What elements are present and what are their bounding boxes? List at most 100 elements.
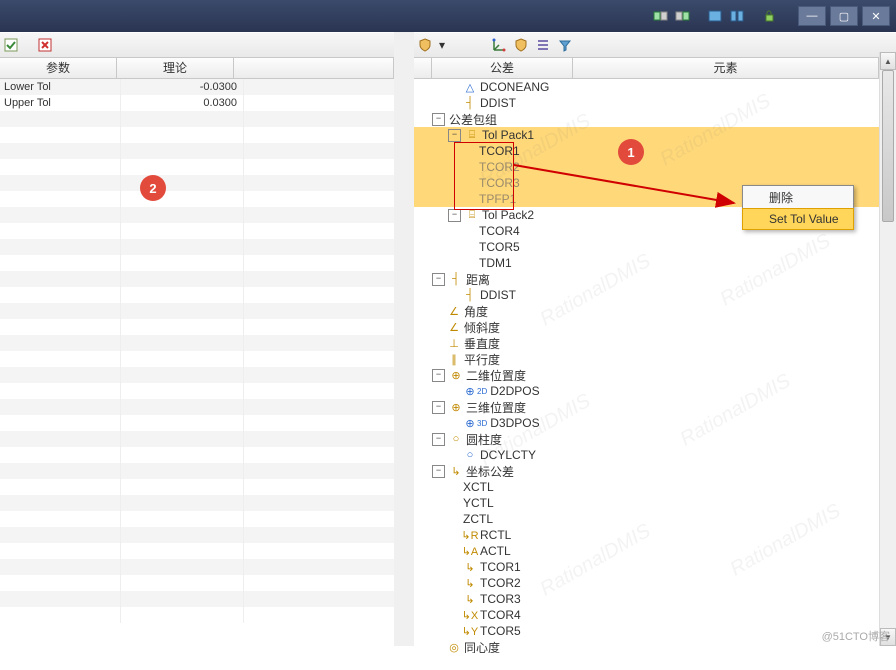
tree-node[interactable]: −↳坐标公差 — [414, 463, 896, 479]
header-tolerance[interactable]: 公差 — [432, 58, 573, 78]
grid-row[interactable]: Lower Tol-0.0300 — [0, 79, 394, 95]
header-param[interactable]: 参数 — [0, 58, 117, 78]
tree-node[interactable]: TCOR5 — [414, 239, 896, 255]
grid-row[interactable] — [0, 351, 394, 367]
tree-node[interactable]: ↳TCOR1 — [414, 559, 896, 575]
collapse-icon[interactable]: − — [432, 433, 445, 446]
delete-red-icon[interactable] — [34, 34, 56, 56]
tree-node[interactable]: XCTL — [414, 479, 896, 495]
grid-row[interactable] — [0, 255, 394, 271]
grid-row[interactable] — [0, 319, 394, 335]
value-cell: -0.0300 — [121, 79, 244, 95]
tree-node[interactable]: ∠角度 — [414, 303, 896, 319]
close-button[interactable]: ✕ — [862, 6, 890, 26]
toolbar-icon-shield[interactable] — [414, 34, 436, 56]
tolerance-tree[interactable]: RationalDMIS RationalDMIS RationalDMIS R… — [414, 79, 896, 653]
tree-node[interactable]: ↳TCOR2 — [414, 575, 896, 591]
collapse-icon[interactable]: − — [432, 113, 445, 126]
toolbar-filter-icon[interactable] — [554, 34, 576, 56]
tree-node[interactable]: ↳AACTL — [414, 543, 896, 559]
vertical-scrollbar[interactable]: ▲ ▼ — [879, 52, 896, 646]
tree-node[interactable]: ⊕3DD3DPOS — [414, 415, 896, 431]
tree-node[interactable]: −⌸Tol Pack1 — [414, 127, 888, 143]
tree-node[interactable]: ○DCYLCTY — [414, 447, 896, 463]
grid-row[interactable] — [0, 223, 394, 239]
grid-row[interactable] — [0, 335, 394, 351]
maximize-button[interactable]: ▢ — [830, 6, 858, 26]
grid-row[interactable] — [0, 511, 394, 527]
grid-row[interactable] — [0, 447, 394, 463]
tree-node[interactable]: ↳XTCOR4 — [414, 607, 896, 623]
titlebar-tool-icon-1[interactable] — [652, 7, 670, 25]
tree-node[interactable]: ┤DDIST — [414, 95, 896, 111]
tree-node[interactable]: YCTL — [414, 495, 896, 511]
titlebar-tool-icon-2[interactable] — [674, 7, 692, 25]
tree-node[interactable]: −⊕三维位置度 — [414, 399, 896, 415]
grid-row[interactable] — [0, 415, 394, 431]
header-element[interactable]: 元素 — [573, 58, 879, 78]
tree-node-label: D3DPOS — [490, 416, 539, 430]
tree-node[interactable]: TDM1 — [414, 255, 896, 271]
scroll-thumb[interactable] — [882, 70, 894, 222]
scroll-up-button[interactable]: ▲ — [880, 52, 896, 70]
tree-node[interactable]: ┤DDIST — [414, 287, 896, 303]
grid-row[interactable] — [0, 191, 394, 207]
left-grid[interactable]: Lower Tol-0.0300Upper Tol0.03002 — [0, 79, 394, 649]
collapse-icon[interactable]: − — [448, 129, 461, 142]
collapse-icon[interactable]: − — [432, 369, 445, 382]
tree-node[interactable]: ∠倾斜度 — [414, 319, 896, 335]
tree-node[interactable]: ZCTL — [414, 511, 896, 527]
grid-row[interactable] — [0, 479, 394, 495]
panel-splitter[interactable] — [394, 32, 414, 646]
tree-node[interactable]: −公差包组 — [414, 111, 896, 127]
checkbox-toggle[interactable] — [0, 34, 22, 56]
collapse-icon[interactable]: − — [448, 209, 461, 222]
tree-node[interactable]: ↳TCOR3 — [414, 591, 896, 607]
grid-row[interactable] — [0, 575, 394, 591]
toolbar-dropdown-icon[interactable]: ▾ — [436, 34, 448, 56]
grid-row[interactable] — [0, 543, 394, 559]
grid-row[interactable] — [0, 607, 394, 623]
grid-row[interactable]: Upper Tol0.0300 — [0, 95, 394, 111]
titlebar-lock-icon[interactable] — [760, 7, 778, 25]
tree-node[interactable]: −⊕二维位置度 — [414, 367, 896, 383]
collapse-icon[interactable]: − — [432, 401, 445, 414]
titlebar-tool-icon-3[interactable] — [706, 7, 724, 25]
grid-row[interactable] — [0, 463, 394, 479]
tree-node[interactable]: ↳RRCTL — [414, 527, 896, 543]
collapse-icon[interactable]: − — [432, 465, 445, 478]
grid-row[interactable] — [0, 303, 394, 319]
menu-item-delete[interactable]: 删除 — [743, 186, 853, 209]
minimize-button[interactable]: — — [798, 6, 826, 26]
tree-node[interactable]: −○圆柱度 — [414, 431, 896, 447]
grid-row[interactable] — [0, 495, 394, 511]
grid-row[interactable] — [0, 127, 394, 143]
grid-row[interactable] — [0, 591, 394, 607]
grid-row[interactable] — [0, 111, 394, 127]
grid-row[interactable] — [0, 431, 394, 447]
grid-row[interactable] — [0, 399, 394, 415]
tree-node[interactable]: ∥平行度 — [414, 351, 896, 367]
grid-row[interactable] — [0, 159, 394, 175]
grid-row[interactable] — [0, 239, 394, 255]
tree-node[interactable]: ⊥垂直度 — [414, 335, 896, 351]
tree-node[interactable]: ⊕2DD2DPOS — [414, 383, 896, 399]
header-theory[interactable]: 理论 — [117, 58, 234, 78]
collapse-icon[interactable]: − — [432, 273, 445, 286]
grid-row[interactable] — [0, 143, 394, 159]
grid-row[interactable] — [0, 383, 394, 399]
grid-row[interactable] — [0, 527, 394, 543]
toolbar-axis-icon[interactable] — [488, 34, 510, 56]
toolbar-lines-icon[interactable] — [532, 34, 554, 56]
grid-row[interactable] — [0, 287, 394, 303]
grid-row[interactable] — [0, 207, 394, 223]
grid-row[interactable] — [0, 367, 394, 383]
titlebar-tool-icon-4[interactable] — [728, 7, 746, 25]
grid-row[interactable] — [0, 175, 394, 191]
menu-item-set-tol-value[interactable]: Set Tol Value — [742, 208, 854, 230]
tree-node[interactable]: −┤距离 — [414, 271, 896, 287]
toolbar-shield2-icon[interactable] — [510, 34, 532, 56]
grid-row[interactable] — [0, 271, 394, 287]
grid-row[interactable] — [0, 559, 394, 575]
tree-node[interactable]: △DCONEANG — [414, 79, 896, 95]
